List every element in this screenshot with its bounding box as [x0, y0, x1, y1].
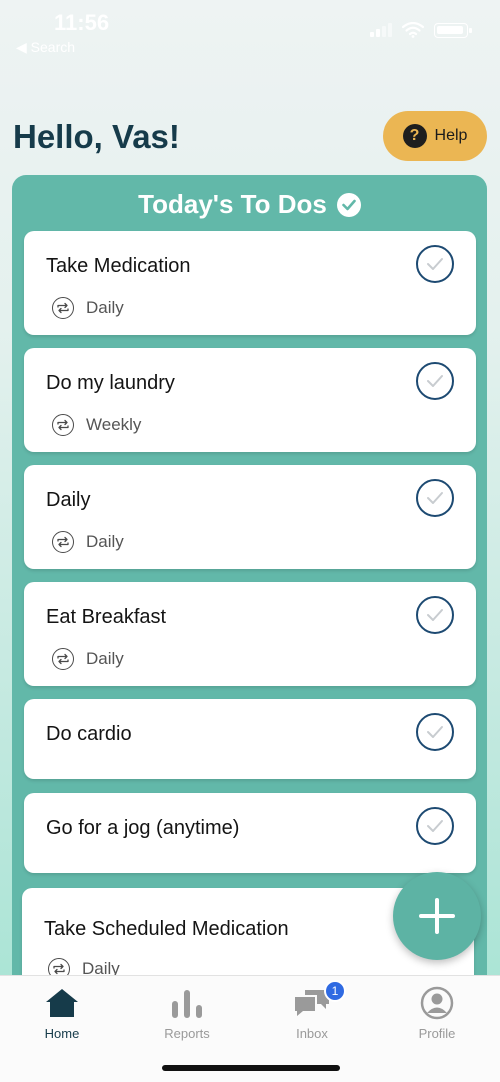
- wifi-icon: [402, 22, 424, 38]
- greeting-heading: Hello, Vas!: [13, 118, 180, 155]
- frequency-label: Weekly: [86, 415, 142, 434]
- todo-title: Take Medication: [46, 255, 191, 277]
- check-circle-icon: [336, 192, 361, 217]
- repeat-icon: [52, 297, 74, 319]
- check-icon: [427, 726, 443, 738]
- complete-checkbox[interactable]: [416, 807, 454, 845]
- todo-frequency: Daily: [52, 297, 124, 319]
- todo-title: Take Scheduled Medication: [44, 918, 289, 940]
- check-icon: [427, 258, 443, 270]
- complete-checkbox[interactable]: [416, 713, 454, 751]
- complete-checkbox[interactable]: [416, 245, 454, 283]
- todo-card[interactable]: Go for a jog (anytime): [24, 793, 476, 873]
- repeat-icon: [52, 648, 74, 670]
- repeat-icon: [52, 531, 74, 553]
- help-icon: ?: [402, 124, 427, 148]
- status-icons: [370, 22, 472, 38]
- todo-title: Eat Breakfast: [46, 606, 167, 628]
- help-button[interactable]: ? Help: [383, 111, 487, 161]
- todo-panel-title-text: Today's To Dos: [138, 189, 327, 219]
- home-indicator: [162, 1065, 340, 1071]
- battery-icon: [434, 22, 472, 38]
- todo-frequency: Daily: [52, 648, 124, 670]
- check-icon: [427, 375, 443, 387]
- frequency-label: Daily: [86, 649, 124, 668]
- todo-title: Daily: [46, 489, 91, 511]
- plus-icon: [419, 898, 455, 934]
- tab-profile[interactable]: Profile: [387, 984, 487, 1041]
- complete-checkbox[interactable]: [416, 362, 454, 400]
- todo-title: Do my laundry: [46, 372, 175, 394]
- complete-checkbox[interactable]: [416, 479, 454, 517]
- home-icon: [46, 989, 78, 1017]
- back-to-search-link[interactable]: ◀ Search: [16, 39, 75, 56]
- todo-title: Go for a jog (anytime): [46, 817, 240, 839]
- user-icon: [420, 986, 454, 1020]
- tab-label: Inbox: [296, 1026, 328, 1041]
- check-icon: [427, 492, 443, 504]
- frequency-label: Daily: [86, 532, 124, 551]
- todo-card[interactable]: Do my laundry Weekly: [24, 348, 476, 452]
- tab-inbox[interactable]: 1 Inbox: [262, 980, 362, 1041]
- todo-card[interactable]: Daily Daily: [24, 465, 476, 569]
- tab-label: Profile: [418, 1026, 456, 1041]
- check-icon: [427, 820, 443, 832]
- todo-frequency: Daily: [52, 531, 124, 553]
- add-todo-button[interactable]: [393, 872, 481, 960]
- tab-home[interactable]: Home: [12, 984, 112, 1041]
- cellular-signal-icon: [370, 23, 392, 37]
- status-bar: 11:56 ◀ Search: [0, 0, 500, 60]
- tab-reports[interactable]: Reports: [137, 984, 237, 1041]
- todo-panel: Today's To Dos Take Medication Daily Do …: [12, 175, 487, 998]
- complete-checkbox[interactable]: [416, 596, 454, 634]
- todo-title: Do cardio: [46, 723, 132, 745]
- inbox-badge: 1: [324, 980, 346, 1002]
- tab-label: Home: [44, 1026, 80, 1041]
- todo-card[interactable]: Do cardio: [24, 699, 476, 779]
- bar-chart-icon: [172, 990, 202, 1018]
- check-icon: [427, 609, 443, 621]
- todo-card[interactable]: Take Medication Daily: [24, 231, 476, 335]
- help-button-label: Help: [434, 127, 468, 144]
- frequency-label: Daily: [86, 298, 124, 317]
- status-time: 11:56: [54, 10, 110, 35]
- tab-label: Reports: [164, 1026, 210, 1041]
- repeat-icon: [52, 414, 74, 436]
- todo-card[interactable]: Eat Breakfast Daily: [24, 582, 476, 686]
- todo-panel-title: Today's To Dos: [12, 189, 487, 220]
- todo-frequency: Weekly: [52, 414, 141, 436]
